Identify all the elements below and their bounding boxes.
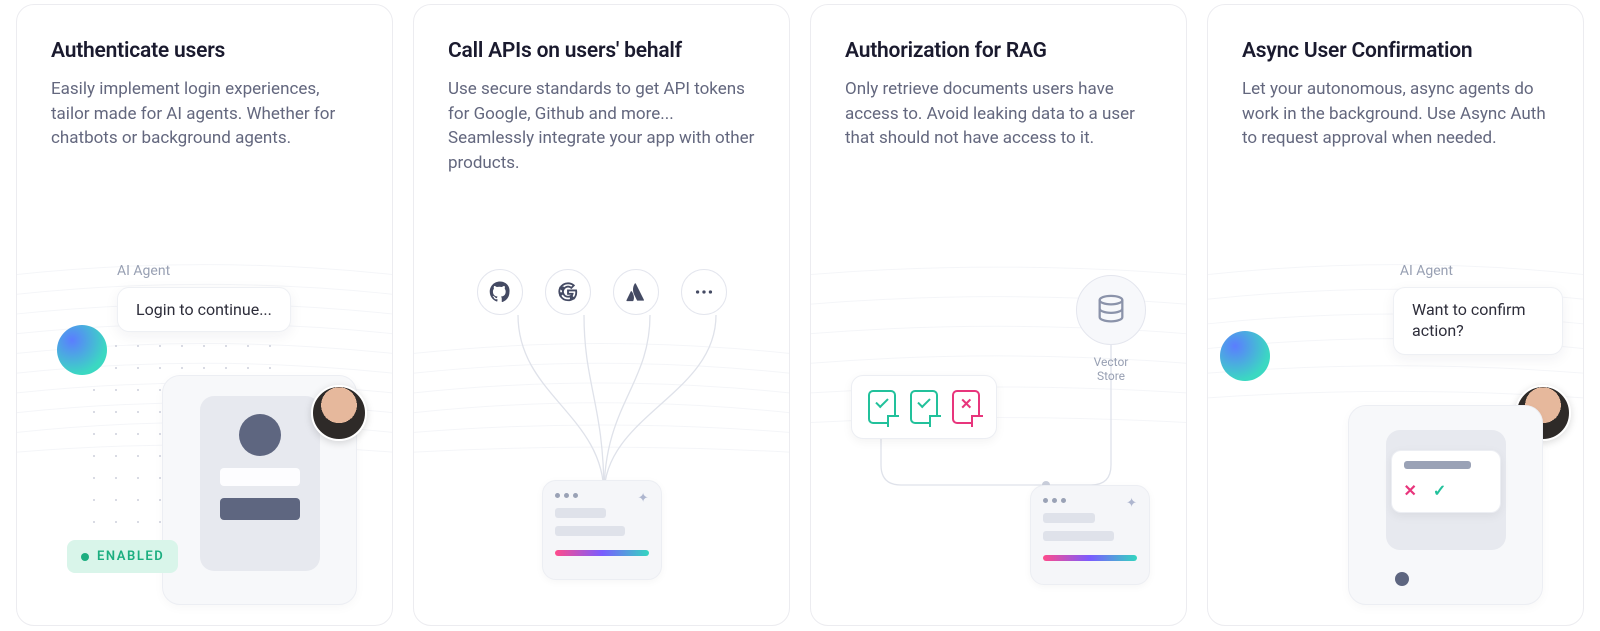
agent-orb-icon bbox=[1220, 331, 1270, 381]
card-illustration: ✦ bbox=[414, 235, 789, 625]
card-title: Async User Confirmation bbox=[1242, 39, 1549, 63]
agent-label: AI Agent bbox=[117, 263, 170, 279]
card-description: Easily implement login experiences, tail… bbox=[51, 77, 358, 151]
agent-label: AI Agent bbox=[1400, 263, 1453, 279]
doc-allowed-icon bbox=[868, 390, 896, 424]
user-avatar bbox=[311, 385, 367, 441]
card-title: Authenticate users bbox=[51, 39, 358, 63]
feature-card-call-apis[interactable]: Call APIs on users' behalf Use secure st… bbox=[413, 4, 790, 626]
feature-card-grid: Authenticate users Easily implement logi… bbox=[0, 0, 1600, 626]
confirm-mock-frame: ✕ ✓ bbox=[1348, 405, 1543, 605]
card-description: Only retrieve documents users have acces… bbox=[845, 77, 1152, 151]
deny-icon: ✕ bbox=[1404, 481, 1417, 500]
vector-store-label: Vector Store bbox=[1076, 355, 1146, 384]
window-dots-icon bbox=[1043, 498, 1137, 503]
card-description: Use secure standards to get API tokens f… bbox=[448, 77, 755, 176]
window-dots-icon bbox=[555, 493, 649, 498]
chat-bubble: Login to continue... bbox=[117, 287, 291, 332]
more-icon bbox=[681, 269, 727, 315]
chat-bubble: Want to confirm action? bbox=[1393, 287, 1563, 355]
doc-denied-icon bbox=[952, 390, 980, 424]
feature-card-rag-authz[interactable]: Authorization for RAG Only retrieve docu… bbox=[810, 4, 1187, 626]
card-title: Authorization for RAG bbox=[845, 39, 1152, 63]
feature-card-async-confirm[interactable]: Async User Confirmation Let your autonom… bbox=[1207, 4, 1584, 626]
connector-lines bbox=[414, 315, 790, 505]
card-illustration: Vector Store ✦ bbox=[811, 235, 1186, 625]
confirm-dialog-mock: ✕ ✓ bbox=[1391, 450, 1501, 513]
enabled-badge: ENABLED bbox=[67, 540, 178, 573]
app-box: ✦ bbox=[542, 480, 662, 580]
documents-filter bbox=[851, 375, 997, 439]
sparkle-icon: ✦ bbox=[638, 491, 649, 506]
feature-card-authenticate[interactable]: Authenticate users Easily implement logi… bbox=[16, 4, 393, 626]
card-illustration: AI Agent Want to confirm action? ✕ ✓ bbox=[1208, 235, 1583, 625]
agent-orb-icon bbox=[57, 325, 107, 375]
input-placeholder bbox=[220, 468, 300, 486]
handle-dot-icon bbox=[1395, 572, 1409, 586]
vector-store: Vector Store bbox=[1076, 275, 1146, 384]
login-button-mock bbox=[220, 498, 300, 520]
app-box: ✦ bbox=[1030, 485, 1150, 585]
enabled-badge-text: ENABLED bbox=[97, 549, 164, 564]
github-icon bbox=[477, 269, 523, 315]
card-illustration: AI Agent Login to continue... ENABLED bbox=[17, 235, 392, 625]
google-icon bbox=[545, 269, 591, 315]
doc-allowed-icon bbox=[910, 390, 938, 424]
avatar-placeholder-icon bbox=[239, 414, 281, 456]
card-description: Let your autonomous, async agents do wor… bbox=[1242, 77, 1549, 151]
approve-icon: ✓ bbox=[1433, 481, 1446, 500]
card-title: Call APIs on users' behalf bbox=[448, 39, 755, 63]
atlassian-icon bbox=[613, 269, 659, 315]
sparkle-icon: ✦ bbox=[1126, 496, 1137, 511]
database-icon bbox=[1076, 275, 1146, 345]
login-form-mock bbox=[200, 396, 320, 571]
api-provider-row bbox=[414, 269, 789, 315]
